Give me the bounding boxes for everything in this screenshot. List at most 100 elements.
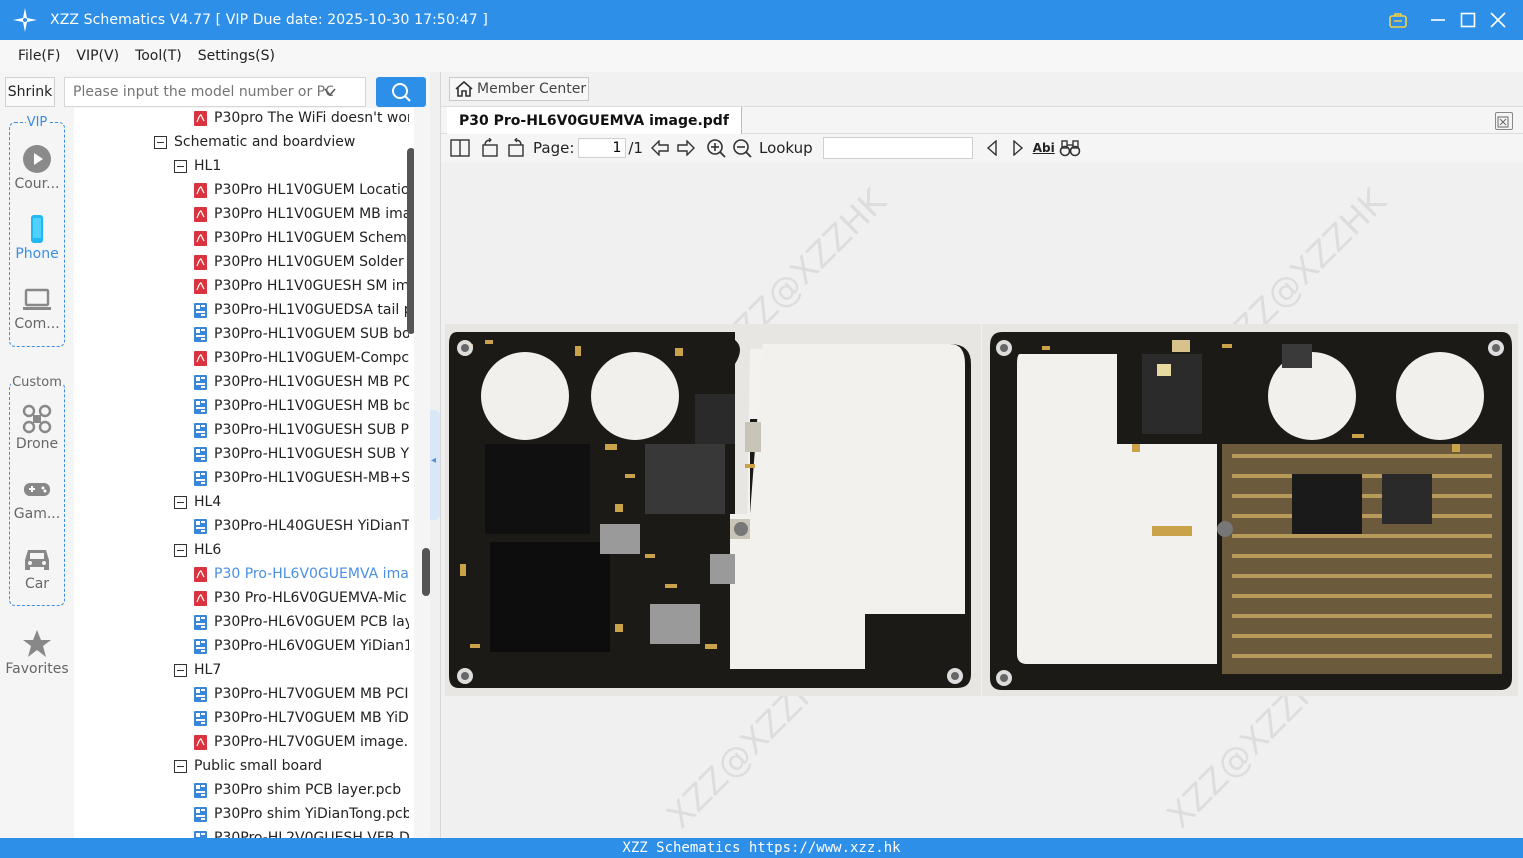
tree-file-node[interactable]: P30Pro HL1V0GUEM Locatio [194, 178, 409, 202]
pdf-file-icon [194, 350, 207, 366]
maximize-icon[interactable] [1453, 0, 1483, 40]
tree-file-node[interactable]: P30Pro-HL1V0GUESH-MB+S [194, 466, 409, 490]
tree-folder-node[interactable]: HL1 [174, 154, 409, 178]
tree-node-label: HL4 [194, 494, 222, 510]
collapse-toggle-icon[interactable] [174, 495, 187, 509]
sidebar-item-car[interactable]: Car [0, 544, 74, 592]
minimize-icon[interactable] [1423, 0, 1453, 40]
tree-node-label: P30Pro HL1V0GUEM Locatio [214, 182, 409, 198]
tree-file-node[interactable]: P30Pro-HL1V0GUESH MB bc [194, 394, 409, 418]
tree-folder-node[interactable]: Public small board [174, 754, 409, 778]
pdf-page-canvas[interactable]: XZZ@XZZHK XZZ@XZZHK XZZ@XZZHK XZZ@XZZHK [441, 164, 1523, 838]
member-center-button[interactable]: Member Center [449, 77, 589, 101]
menu-bar: File(F) VIP(V) Tool(T) Settings(S) [0, 40, 1523, 72]
page-label: Page: [533, 139, 575, 157]
tree-file-node[interactable]: P30Pro-HL1V0GUESH SUB Yi [194, 442, 409, 466]
sidebar-item-favorites[interactable]: Favorites [0, 629, 74, 677]
prev-page-icon[interactable] [647, 135, 673, 161]
tree-file-node[interactable]: P30Pro-HL1V0GUESH MB PC [194, 370, 409, 394]
tree-file-node[interactable]: P30Pro-HL7V0GUEM image.p [194, 730, 409, 754]
tree-folder-node[interactable]: HL4 [174, 490, 409, 514]
tree-folder-node[interactable]: HL6 [174, 538, 409, 562]
page-number-input[interactable] [578, 138, 627, 158]
sidebar-item-drone[interactable]: Drone [0, 404, 74, 452]
zoom-out-icon[interactable] [729, 135, 755, 161]
menu-settings[interactable]: Settings(S) [190, 48, 283, 64]
pcb-file-icon [194, 710, 207, 726]
rotate-left-icon[interactable] [477, 135, 503, 161]
tree-file-node[interactable]: P30Pro-HL7V0GUEM MB YiD [194, 706, 409, 730]
tree-file-node[interactable]: P30Pro HL1V0GUEM Solder . [194, 250, 409, 274]
tree-file-node[interactable]: P30Pro shim YiDianTong.pcb [194, 802, 409, 826]
tree-file-node[interactable]: P30Pro HL1V0GUEM Schema [194, 226, 409, 250]
two-page-view-icon[interactable] [447, 135, 473, 161]
menu-file[interactable]: File(F) [10, 48, 68, 64]
tree-folder-node[interactable]: HL7 [174, 658, 409, 682]
tree-file-node[interactable]: P30 Pro-HL6V0GUEMVA-Mic [194, 586, 409, 610]
pcb-file-icon [194, 326, 207, 342]
collapse-toggle-icon[interactable] [174, 663, 187, 677]
tree-node-label: P30Pro HL1V0GUESH SM ima [214, 278, 409, 294]
collapse-toggle-icon[interactable] [174, 159, 187, 173]
find-next-icon[interactable] [1005, 135, 1031, 161]
tree-node-label: P30Pro-HL7V0GUEM image.p [214, 734, 409, 750]
tree-file-node[interactable]: P30Pro-HL6V0GUEM PCB lay [194, 610, 409, 634]
tree-file-node[interactable]: P30Pro HL1V0GUEM MB ima [194, 202, 409, 226]
search-input[interactable] [73, 84, 333, 100]
sidebar-item-phone[interactable]: Phone [0, 214, 74, 262]
tree-file-node[interactable]: P30Pro HL1V0GUESH SM ima [194, 274, 409, 298]
sidebar-item-courses[interactable]: Cour... [0, 144, 74, 192]
next-page-icon[interactable] [673, 135, 699, 161]
close-icon[interactable] [1483, 0, 1513, 40]
collapse-toggle-icon[interactable] [154, 135, 167, 149]
tree-file-node[interactable]: P30Pro shim PCB layer.pcb [194, 778, 409, 802]
collapse-toggle-icon[interactable] [174, 759, 187, 773]
tree-file-node[interactable]: P30pro The WiFi doesn't work.p [194, 108, 409, 130]
tree-scrollbar-thumb[interactable] [407, 148, 414, 334]
tree-node-label: P30Pro-HL1V0GUESH MB PC [214, 374, 409, 390]
tab-document[interactable]: P30 Pro-HL6V0GUEMVA image.pdf [447, 107, 742, 134]
file-tree: P30pro The WiFi doesn't work.p Schematic … [74, 108, 414, 838]
find-previous-icon[interactable] [979, 135, 1005, 161]
collapse-arrow-icon[interactable]: ◂ [431, 455, 436, 466]
pdf-file-icon [194, 278, 207, 294]
shrink-button[interactable]: Shrink [5, 77, 55, 107]
tree-file-node[interactable]: P30Pro-HL2V0GUESH VFB D [194, 826, 409, 838]
menu-vip[interactable]: VIP(V) [68, 48, 127, 64]
sidebar-item-label: Car [24, 576, 50, 592]
tree-file-node[interactable]: P30Pro-HL40GUESH YiDianT [194, 514, 409, 538]
rotate-right-icon[interactable] [503, 135, 529, 161]
sidebar-item-game[interactable]: Gam... [0, 474, 74, 522]
search-button[interactable] [376, 77, 426, 107]
pdf-file-icon [194, 734, 207, 750]
pdf-file-icon [194, 110, 207, 126]
phone-icon [31, 215, 43, 243]
close-tab-icon[interactable] [1495, 112, 1513, 130]
lookup-input[interactable] [822, 137, 973, 159]
tree-file-node[interactable]: P30Pro-HL7V0GUEM MB PCI [194, 682, 409, 706]
tree-node-label: P30Pro HL1V0GUEM MB ima [214, 206, 409, 222]
tree-folder-node[interactable]: Schematic and boardview [154, 130, 409, 154]
pcb-file-icon [194, 374, 207, 390]
tree-node-label: P30Pro-HL1V0GUESH SUB P( [214, 422, 409, 438]
tree-file-node[interactable]: P30Pro-HL6V0GUEM YiDian1 [194, 634, 409, 658]
tree-file-node[interactable]: P30Pro-HL1V0GUEM SUB bo [194, 322, 409, 346]
tree-file-node[interactable]: P30 Pro-HL6V0GUEMVA ima [194, 562, 409, 586]
tree-file-node[interactable]: P30Pro-HL1V0GUEDSA tail p [194, 298, 409, 322]
collapse-toggle-icon[interactable] [174, 543, 187, 557]
chevron-down-icon[interactable] [323, 85, 337, 99]
zoom-in-icon[interactable] [703, 135, 729, 161]
tree-node-label: P30Pro shim YiDianTong.pcb [214, 806, 409, 822]
tree-node-label: P30Pro-HL7V0GUEM MB PCI [214, 686, 409, 702]
match-case-icon[interactable]: Abi [1031, 135, 1057, 161]
gamepad-icon [24, 483, 50, 496]
binoculars-icon[interactable] [1057, 135, 1083, 161]
category-sidebar: Shrink VIP Cour... Phone Com... Custom D… [0, 72, 74, 838]
sidebar-item-computer[interactable]: Com... [0, 284, 74, 332]
tree-node-label: P30Pro-HL6V0GUEM YiDian1 [214, 638, 409, 654]
menu-tool[interactable]: Tool(T) [127, 48, 190, 64]
vip-bag-icon[interactable] [1383, 0, 1413, 40]
tree-scrollbar-secondary[interactable] [422, 548, 430, 596]
tree-file-node[interactable]: P30Pro-HL1V0GUESH SUB P( [194, 418, 409, 442]
tree-file-node[interactable]: P30Pro-HL1V0GUEM-Compc [194, 346, 409, 370]
